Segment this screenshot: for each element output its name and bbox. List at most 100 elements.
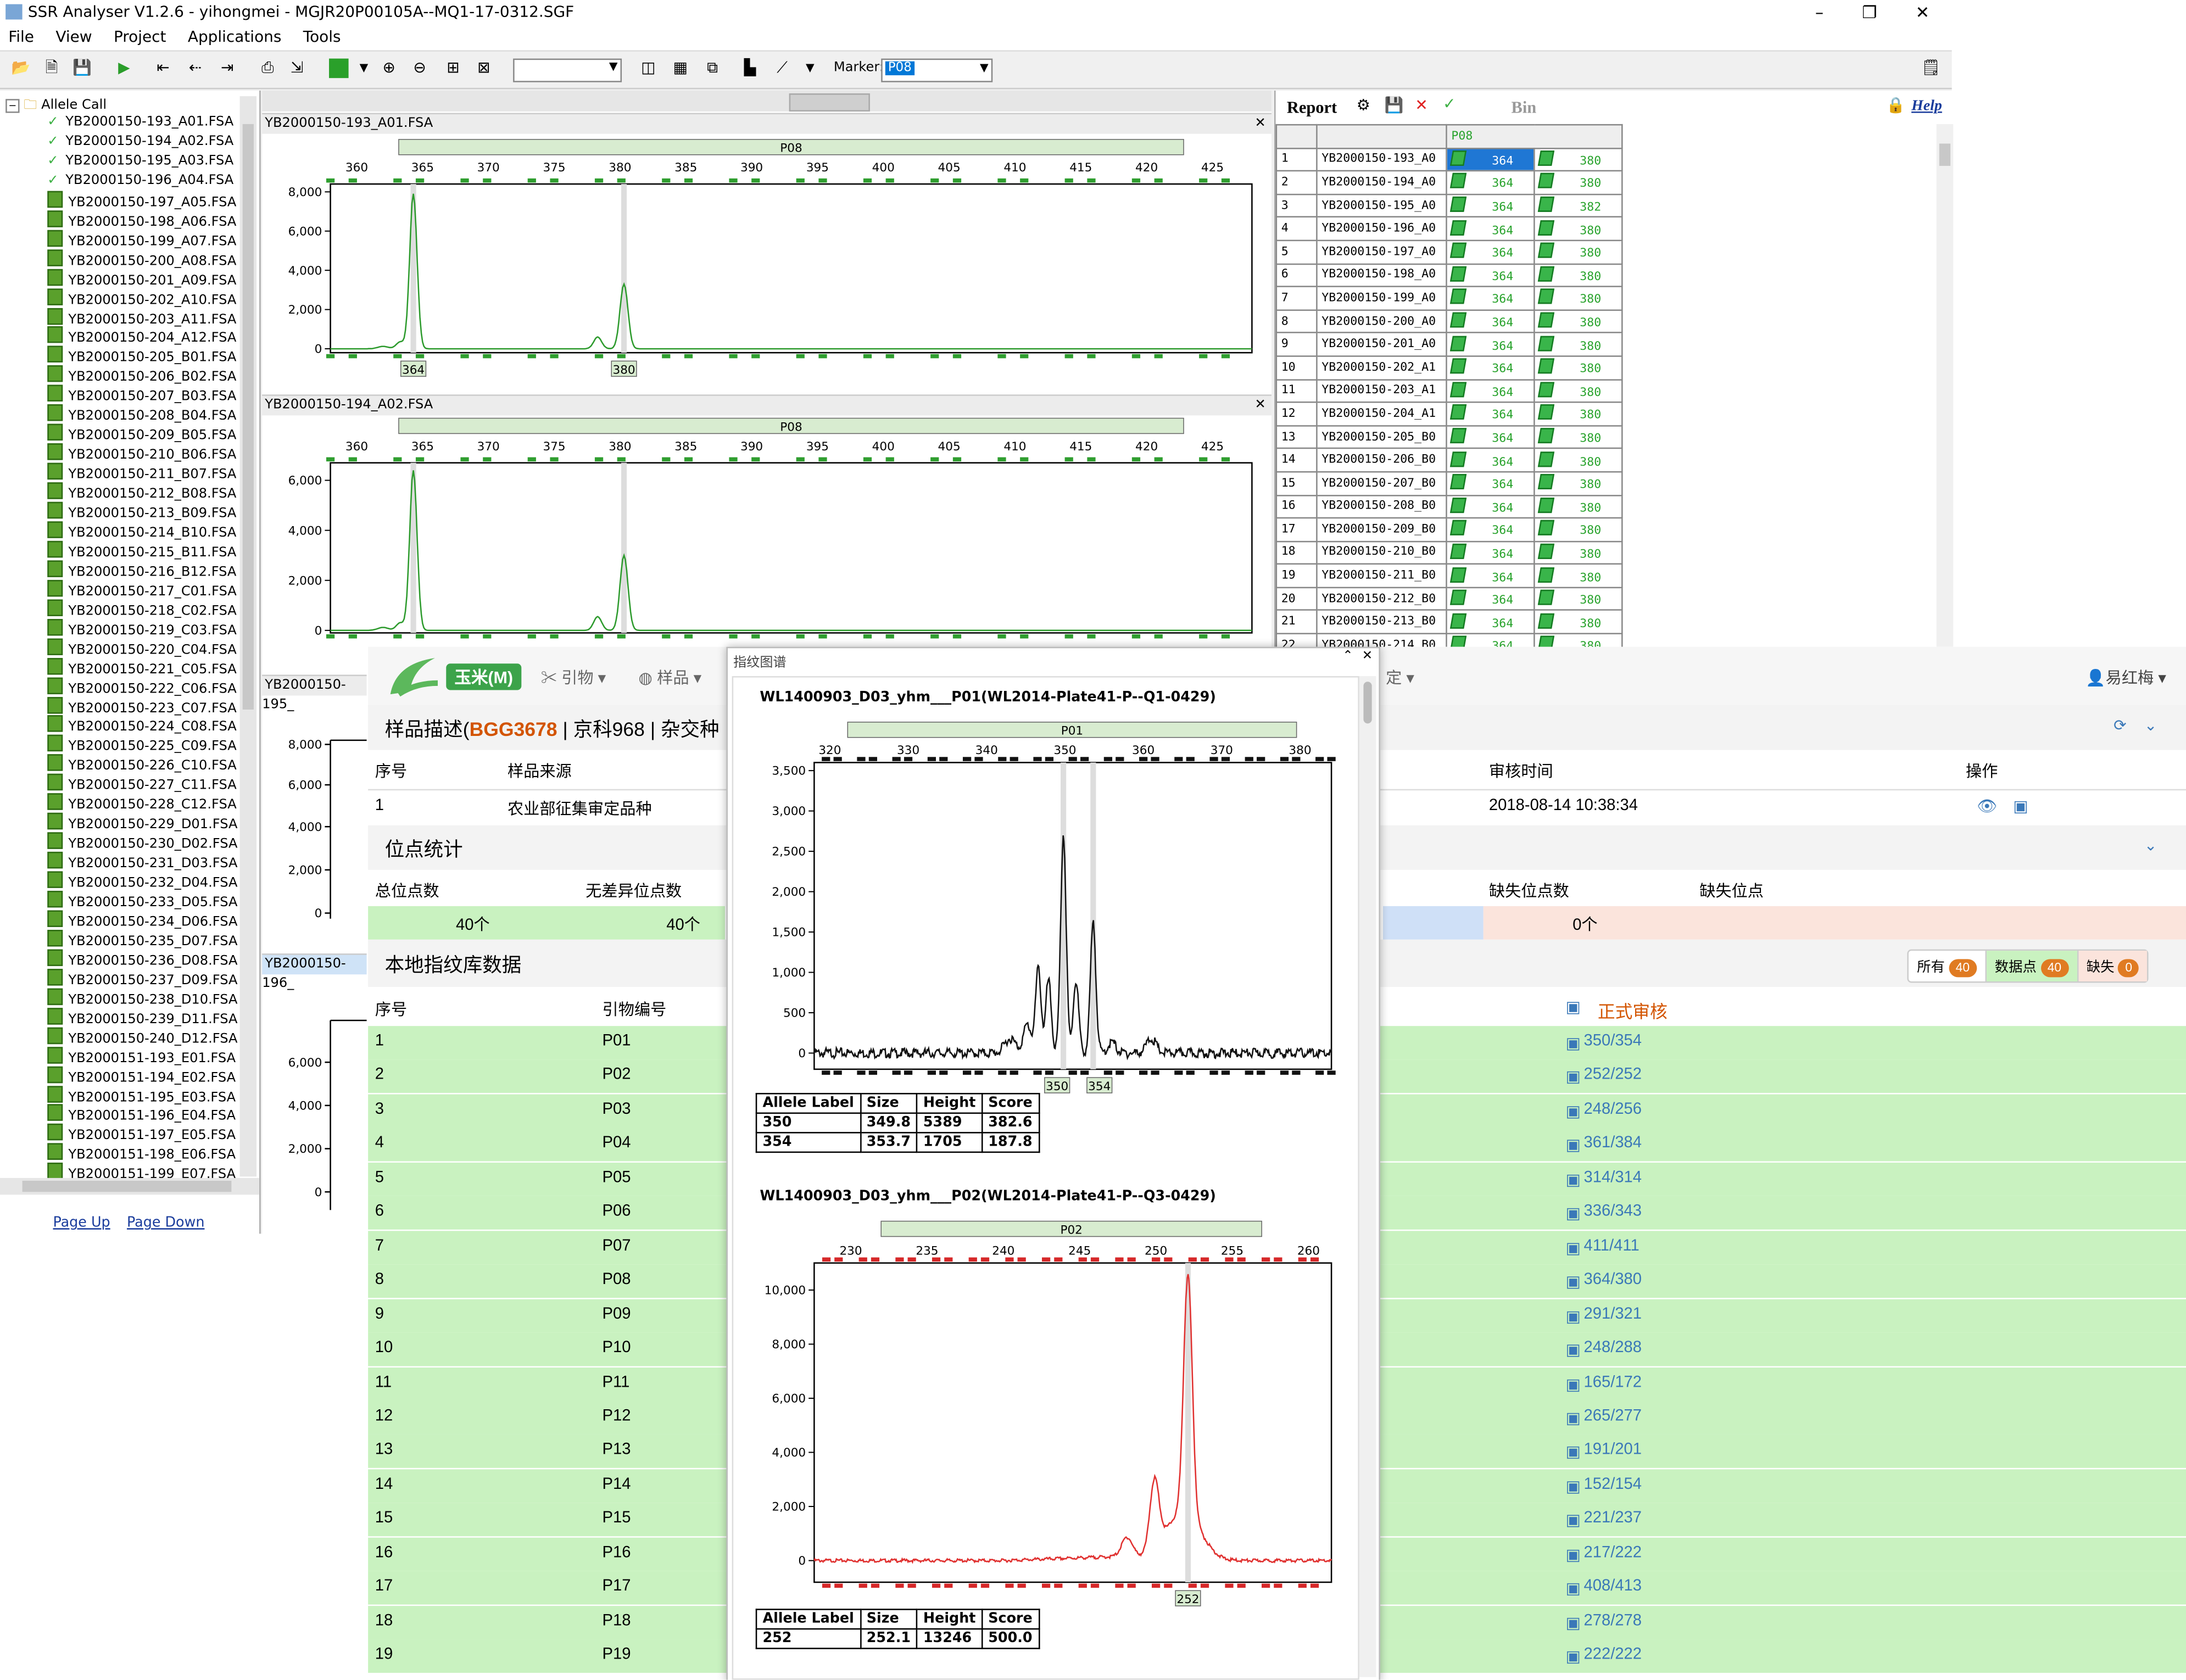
color-icon[interactable] — [329, 58, 349, 79]
local-row-final[interactable]: 248/288 — [1584, 1339, 1642, 1356]
tree-item[interactable]: ✓ YB2000150-196_A04.FSA — [47, 171, 233, 191]
filter-missing[interactable]: 缺失 0 — [2078, 951, 2148, 981]
report-allele-1[interactable]: 364 — [1446, 170, 1535, 195]
tree-item[interactable]: YB2000150-239_D11.FSA — [47, 1007, 237, 1027]
help-link[interactable]: Help — [1911, 98, 1942, 114]
report-settings-icon[interactable]: ⚙ — [1357, 96, 1370, 114]
report-save-icon[interactable]: 💾 — [1385, 96, 1404, 114]
tree-item[interactable]: YB2000150-232_D04.FSA — [47, 871, 237, 891]
local-row-image-icon[interactable]: ▣ — [1566, 1101, 1581, 1120]
report-allele-1[interactable]: 364 — [1446, 517, 1535, 542]
report-row[interactable]: 1 YB2000150-193_A0 364 380 — [1275, 147, 1623, 172]
report-allele-2[interactable]: 380 — [1533, 309, 1623, 334]
tree-item[interactable]: YB2000150-218_C02.FSA — [47, 599, 237, 618]
report-row[interactable]: 15 YB2000150-207_B0 364 380 — [1275, 471, 1623, 496]
report-icon[interactable]: 🗒 — [1921, 59, 1941, 79]
image-icon[interactable]: ▣ — [2013, 796, 2028, 815]
report-allele-1[interactable]: 364 — [1446, 587, 1535, 611]
report-allele-1[interactable]: 364 — [1446, 471, 1535, 496]
menu-applications[interactable]: Applications — [188, 28, 282, 46]
report-allele-2[interactable]: 380 — [1533, 563, 1623, 588]
report-allele-1[interactable]: 364 — [1446, 401, 1535, 426]
local-row-image-icon[interactable]: ▣ — [1566, 1442, 1581, 1461]
tree-item[interactable]: YB2000151-196_E04.FSA — [47, 1104, 236, 1124]
local-row-image-icon[interactable]: ▣ — [1566, 1476, 1581, 1495]
report-row[interactable]: 11 YB2000150-203_A1 364 380 — [1275, 378, 1623, 403]
report-row[interactable]: 12 YB2000150-204_A1 364 380 — [1275, 401, 1623, 426]
tree-item[interactable]: YB2000150-213_B09.FSA — [47, 501, 236, 521]
page-down-link[interactable]: Page Down — [127, 1215, 204, 1231]
report-allele-1[interactable]: 364 — [1446, 448, 1535, 473]
report-allele-2[interactable]: 380 — [1533, 587, 1623, 611]
report-row[interactable]: 2 YB2000150-194_A0 364 380 — [1275, 170, 1623, 195]
report-allele-2[interactable]: 380 — [1533, 471, 1623, 496]
local-row-final[interactable]: 265/277 — [1584, 1408, 1642, 1425]
tree-item[interactable]: YB2000151-198_E06.FSA — [47, 1143, 236, 1163]
report-row[interactable]: 4 YB2000150-196_A0 364 380 — [1275, 216, 1623, 242]
local-row-final[interactable]: 248/256 — [1584, 1101, 1642, 1118]
filter-all[interactable]: 所有 40 — [1909, 951, 1987, 981]
tree-hscrollbar[interactable] — [0, 1177, 260, 1195]
report-row[interactable]: 20 YB2000150-212_B0 364 380 — [1275, 587, 1623, 611]
tree-item[interactable]: YB2000150-219_C03.FSA — [47, 618, 237, 638]
color-dropdown-icon[interactable]: ▼ — [354, 59, 374, 79]
zoom-fit-icon[interactable]: ⊞ — [443, 59, 463, 79]
local-row-final[interactable]: 217/222 — [1584, 1544, 1642, 1561]
report-allele-2[interactable]: 380 — [1533, 170, 1623, 195]
tree-item[interactable]: YB2000150-226_C10.FSA — [47, 755, 237, 774]
tree-item[interactable]: ✓ YB2000150-194_A02.FSA — [47, 132, 233, 152]
report-allele-1[interactable]: 364 — [1446, 216, 1535, 242]
minimize-button[interactable]: – — [1794, 0, 1844, 25]
menu-view[interactable]: View — [55, 28, 92, 46]
tree-item[interactable]: YB2000150-199_A07.FSA — [47, 230, 236, 249]
local-row-final[interactable]: 361/384 — [1584, 1135, 1642, 1152]
report-allele-2[interactable]: 380 — [1533, 332, 1623, 357]
tree-item[interactable]: YB2000151-197_E05.FSA — [47, 1124, 236, 1143]
tree-item[interactable]: YB2000150-201_A09.FSA — [47, 268, 236, 288]
local-row-image-icon[interactable]: ▣ — [1566, 1612, 1581, 1632]
report-allele-2[interactable]: 380 — [1533, 448, 1623, 473]
report-row[interactable]: 8 YB2000150-200_A0 364 380 — [1275, 309, 1623, 334]
last-icon[interactable]: ⇥ — [218, 59, 237, 79]
report-row[interactable]: 14 YB2000150-206_B0 364 380 — [1275, 448, 1623, 473]
report-allele-1[interactable]: 364 — [1446, 378, 1535, 403]
report-row[interactable]: 6 YB2000150-198_A0 364 380 — [1275, 263, 1623, 288]
tree-item[interactable]: YB2000150-234_D06.FSA — [47, 910, 237, 930]
tree-item[interactable]: YB2000150-200_A08.FSA — [47, 249, 236, 269]
run-icon[interactable]: ▶ — [114, 59, 134, 79]
local-row-image-icon[interactable]: ▣ — [1566, 1646, 1581, 1666]
report-allele-2[interactable]: 380 — [1533, 401, 1623, 426]
local-row-image-icon[interactable]: ▣ — [1566, 1203, 1581, 1223]
report-row[interactable]: 21 YB2000150-213_B0 364 380 — [1275, 610, 1623, 635]
tree-item[interactable]: YB2000150-210_B06.FSA — [47, 443, 236, 463]
stats-collapse-icon[interactable]: ⌄ — [2144, 836, 2157, 855]
local-row-final[interactable]: 411/411 — [1584, 1237, 1640, 1254]
menu-file[interactable]: File — [8, 28, 34, 46]
report-vscrollbar[interactable] — [1936, 124, 1954, 649]
zoom-in-icon[interactable]: ⊕ — [379, 59, 399, 79]
local-row-image-icon[interactable]: ▣ — [1566, 1408, 1581, 1427]
report-allele-1[interactable]: 364 — [1446, 239, 1535, 265]
report-allele-1[interactable]: 364 — [1446, 263, 1535, 288]
report-row[interactable]: 16 YB2000150-208_B0 364 380 — [1275, 494, 1623, 519]
report-allele-2[interactable]: 380 — [1533, 610, 1623, 635]
first-icon[interactable]: ⇤ — [153, 59, 173, 79]
local-row-final[interactable]: 222/222 — [1584, 1646, 1642, 1663]
maximize-button[interactable]: ❐ — [1844, 0, 1894, 25]
tree-item[interactable]: YB2000150-222_C06.FSA — [47, 677, 237, 696]
report-allele-2[interactable]: 380 — [1533, 216, 1623, 242]
local-row-image-icon[interactable]: ▣ — [1566, 1578, 1581, 1598]
tree-item[interactable]: YB2000150-216_B12.FSA — [47, 560, 236, 580]
refresh-icon[interactable]: ⟳ — [2113, 717, 2126, 734]
report-allele-1[interactable]: 364 — [1446, 494, 1535, 519]
local-row-final[interactable]: 408/413 — [1584, 1578, 1642, 1595]
local-row-image-icon[interactable]: ▣ — [1566, 1135, 1581, 1154]
tree-item[interactable]: YB2000150-198_A06.FSA — [47, 210, 236, 230]
tree-item[interactable]: YB2000150-217_C01.FSA — [47, 579, 237, 599]
report-allele-2[interactable]: 380 — [1533, 286, 1623, 311]
report-allele-1[interactable]: 364 — [1446, 563, 1535, 588]
local-row-final[interactable]: 152/154 — [1584, 1476, 1642, 1493]
report-allele-2[interactable]: 380 — [1533, 378, 1623, 403]
local-row-image-icon[interactable]: ▣ — [1566, 1510, 1581, 1530]
report-allele-2[interactable]: 380 — [1533, 517, 1623, 542]
